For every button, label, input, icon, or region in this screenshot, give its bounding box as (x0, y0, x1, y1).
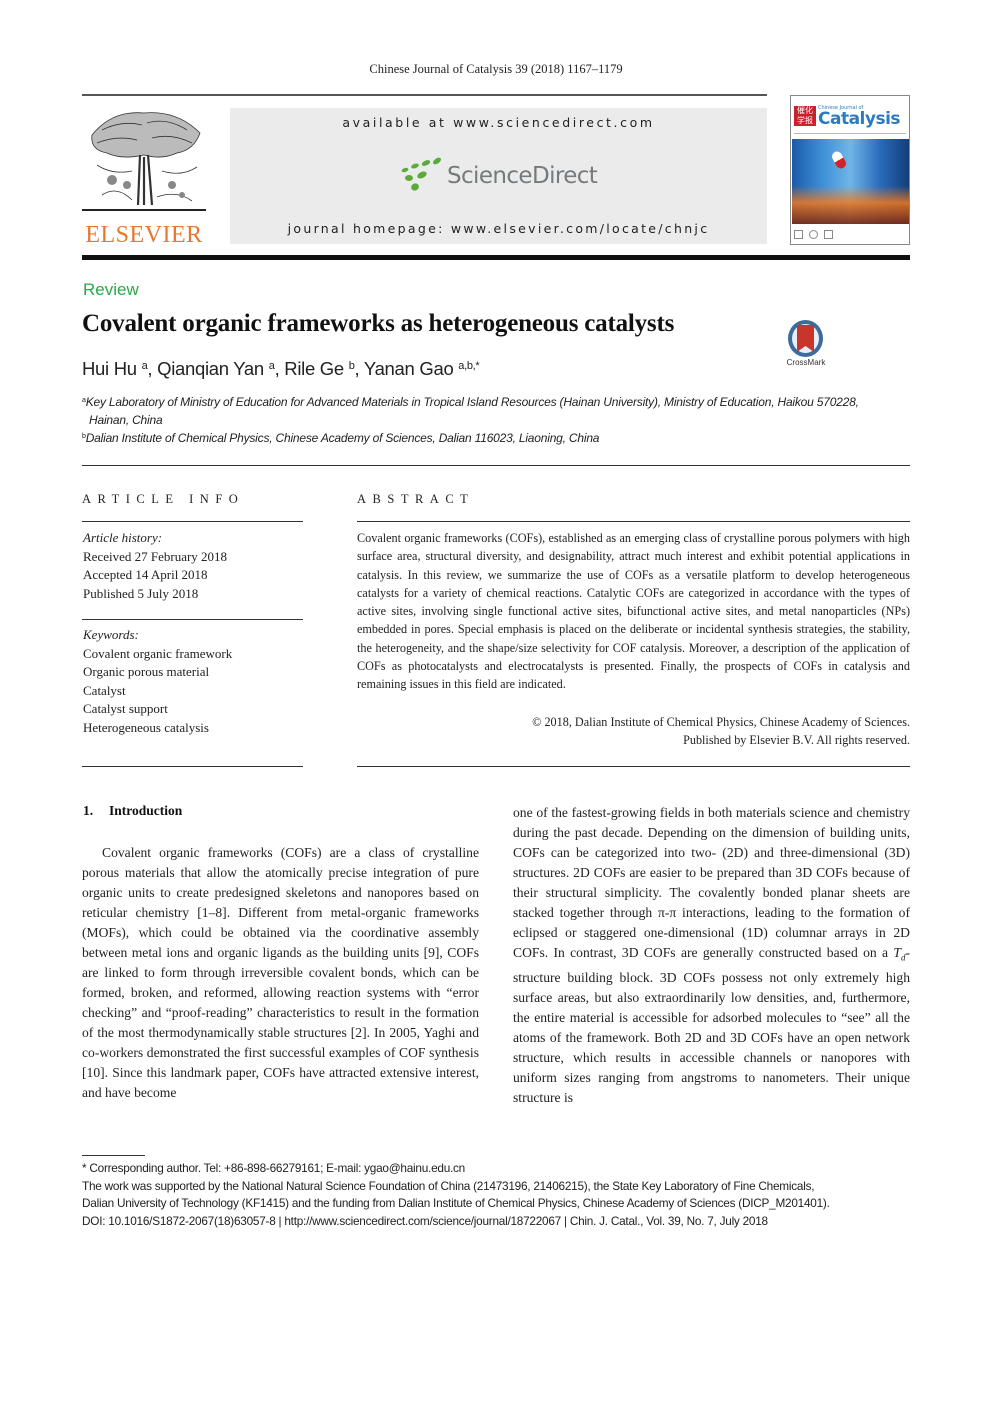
keyword-item: Heterogeneous catalysis (83, 719, 209, 735)
symbol-td: T (893, 945, 901, 960)
cover-divider (794, 133, 906, 137)
keyword-item: Catalyst (83, 682, 126, 698)
keywords-label: Keywords: (83, 627, 139, 642)
divider (82, 465, 910, 466)
article-history: Article history: Received 27 February 20… (83, 529, 308, 603)
author-name[interactable]: Rile Ge (284, 358, 344, 379)
journal-cover-thumbnail[interactable]: 催化学报 Chinese Journal of Catalysis (790, 95, 910, 245)
corresponding-author-note: * Corresponding author. Tel: +86-898-662… (82, 1161, 465, 1175)
section-number: 1. (83, 803, 94, 818)
author-name[interactable]: Hui Hu (82, 358, 137, 379)
section-heading-introduction: 1. Introduction (83, 803, 182, 819)
cover-seal-round-icon (809, 230, 818, 239)
cover-artwork (792, 139, 909, 224)
keyword-item: Covalent organic framework (83, 645, 233, 661)
article-type-label: Review (83, 280, 139, 299)
cover-seal-icon: 催化学报 (794, 106, 816, 126)
author-name[interactable]: Qianqian Yan (157, 358, 264, 379)
header-thick-rule (82, 255, 910, 260)
author-affiliation-mark: a,b,* (458, 360, 480, 372)
sciencedirect-leaves-icon (401, 157, 441, 191)
cover-footer (794, 227, 906, 242)
crossmark-label: CrossMark (786, 358, 826, 367)
cover-title: Catalysis (818, 109, 901, 129)
body-text-left-column: Covalent organic frameworks (COFs) are a… (82, 845, 479, 1100)
keyword-item: Organic porous material (83, 664, 210, 679)
crossmark-button[interactable]: CrossMark (783, 320, 829, 370)
received-date: Received 27 February 2018 (83, 548, 228, 564)
affiliation-b: bDalian Institute of Chemical Physics, C… (82, 431, 599, 445)
elsevier-wordmark: ELSEVIER (85, 222, 203, 248)
footnotes: * Corresponding author. Tel: +86-898-662… (82, 1160, 912, 1230)
available-at-link[interactable]: available at www.sciencedirect.com (230, 115, 767, 130)
abstract-body: Covalent organic frameworks (COFs), esta… (357, 531, 910, 692)
keyword-item: Catalyst support (83, 701, 168, 716)
published-date: Published 5 July 2018 (83, 585, 199, 601)
accepted-date: Accepted 14 April 2018 (83, 567, 208, 582)
abstract-heading: ABSTRACT (357, 492, 475, 506)
journal-homepage-link[interactable]: journal homepage: www.elsevier.com/locat… (230, 221, 767, 236)
author-affiliation-mark: b (348, 360, 355, 372)
footnote-rule (82, 1155, 145, 1156)
divider (82, 766, 303, 767)
section-title: Introduction (109, 803, 183, 818)
affiliation-a: aKey Laboratory of Ministry of Education… (82, 395, 912, 409)
keywords: Keywords: Covalent organic framework Org… (83, 626, 308, 737)
divider (357, 521, 910, 522)
header-top-rule (82, 94, 767, 96)
paragraph-text: one of the fastest-growing fields in bot… (513, 805, 910, 960)
journal-citation: Chinese Journal of Catalysis 39 (2018) 1… (369, 62, 623, 76)
history-label: Article history: (83, 530, 163, 545)
divider (82, 521, 303, 522)
sciencedirect-wordmark: ScienceDirect (447, 163, 598, 189)
funding-note: Dalian University of Technology (KF1415)… (82, 1196, 830, 1210)
sciencedirect-logo[interactable]: ScienceDirect (395, 156, 605, 196)
divider (357, 766, 910, 767)
affiliation-text: Key Laboratory of Ministry of Education … (85, 395, 859, 409)
author-list: Hui Hu a, Qianqian Yan a, Rile Ge b, Yan… (82, 358, 480, 379)
affiliation-text: Dalian Institute of Chemical Physics, Ch… (85, 431, 600, 445)
author-affiliation-mark: a (268, 360, 275, 372)
cover-emblem-icon (794, 230, 803, 239)
article-title: Covalent organic frameworks as heterogen… (82, 310, 675, 337)
author-affiliation-mark: a (141, 360, 148, 372)
cover-header: 催化学报 Chinese Journal of Catalysis (794, 102, 906, 130)
copyright-line: © 2018, Dalian Institute of Chemical Phy… (532, 715, 910, 729)
cover-logo-icon (824, 230, 833, 239)
funding-note: The work was supported by the National N… (82, 1178, 815, 1193)
author-name[interactable]: Yanan Gao (364, 358, 454, 379)
copyright-notice: © 2018, Dalian Institute of Chemical Phy… (357, 713, 910, 750)
affiliation-a-continued: Hainan, China (89, 413, 163, 427)
article-info-heading: ARTICLE INFO (82, 492, 245, 506)
paragraph-text: -structure building block. 3D COFs posse… (513, 945, 910, 1105)
doi-line[interactable]: DOI: 10.1016/S1872-2067(18)63057-8 | htt… (82, 1213, 912, 1231)
copyright-line: Published by Elsevier B.V. All rights re… (683, 733, 910, 748)
body-text-right-column: one of the fastest-growing fields in bot… (513, 803, 910, 1108)
divider (82, 619, 303, 620)
cover-capsule-icon (830, 149, 848, 171)
